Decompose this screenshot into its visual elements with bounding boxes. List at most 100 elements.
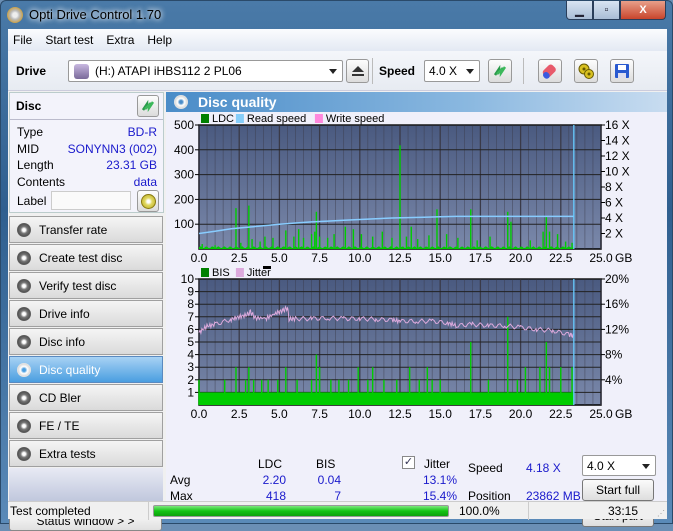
nav-disc-quality[interactable]: Disc quality [9, 356, 163, 383]
nav-extra-tests[interactable]: Extra tests [9, 440, 163, 467]
legend-label-read-speed: Read speed [247, 113, 306, 125]
avg-label: Avg [170, 473, 191, 487]
panel-title: Disc quality [198, 94, 277, 110]
drive-select[interactable]: (H:) ATAPI iHBS112 2 PL06 [68, 60, 343, 82]
jitter-checkbox[interactable]: ✓ [402, 456, 415, 469]
x-tick-label: 22.5 [549, 251, 573, 262]
y-tick-label-right: 14 X [605, 134, 630, 148]
y-tick-label-left: 5 [187, 335, 194, 349]
disc-quality-icon [17, 363, 31, 377]
fe-te-icon [17, 419, 31, 433]
jitter-label: Jitter [424, 457, 451, 471]
save-button[interactable] [610, 59, 634, 83]
disc-label-label: Label [17, 194, 47, 208]
x-tick-label: 0.0 [191, 407, 208, 421]
y-tick-label-left: 7 [187, 310, 194, 324]
disc-length-row: Length 23.31 GB [10, 157, 163, 174]
speed-select-value: 4.0 X [429, 64, 458, 78]
minimize-icon: ▁ [575, 4, 584, 17]
chevron-down-icon [642, 464, 650, 469]
nav-label: Transfer rate [39, 222, 108, 237]
menu-bar: File Start test Extra Help [8, 29, 667, 51]
nav-fe-te[interactable]: FE / TE [9, 412, 163, 439]
cd-icon [140, 193, 156, 209]
menu-extra[interactable]: Extra [106, 33, 134, 47]
legend-label-ldc: LDC [212, 113, 234, 125]
disc-panel-header: Disc [10, 93, 163, 120]
x-tick-label: 17.5 [469, 407, 493, 421]
nav-label: FE / TE [39, 418, 80, 433]
x-tick-label: 10.0 [348, 251, 372, 262]
y-tick-label-left: 8 [187, 297, 194, 311]
menu-start-test[interactable]: Start test [45, 33, 93, 47]
y-tick-label-right: 16% [605, 297, 629, 311]
disc-type-value: BD-R [127, 125, 157, 140]
y-tick-label-right: 2 X [605, 227, 623, 241]
nav-label: Verify test disc [39, 278, 117, 293]
legend-swatch-write-speed [314, 114, 323, 123]
eject-button[interactable] [346, 59, 369, 83]
disc-mid-label: MID [17, 141, 39, 156]
status-divider [528, 502, 529, 520]
disc-label-button[interactable] [137, 190, 159, 212]
col-header-ldc: LDC [258, 457, 283, 471]
refresh-icon [493, 64, 507, 78]
avg-bis: 0.04 [317, 473, 341, 487]
erase-button[interactable] [538, 59, 562, 83]
settings-button[interactable] [574, 59, 598, 83]
y-tick-label-left: 2 [187, 373, 194, 387]
close-button[interactable]: X [620, 1, 666, 20]
nav-transfer-rate[interactable]: Transfer rate [9, 216, 163, 243]
nav-label: Drive info [39, 306, 90, 321]
x-tick-label: 22.5 [549, 407, 573, 421]
toolbar: Drive (H:) ATAPI iHBS112 2 PL06 Speed 4.… [8, 51, 667, 91]
nav-verify-test-disc[interactable]: Verify test disc [9, 272, 163, 299]
avg-jitter: 13.1% [422, 473, 457, 487]
sidebar: Disc Type BD-R MID SONYNN3 (002) Length 23.… [8, 92, 164, 531]
speed-label: Speed [379, 64, 416, 78]
y-tick-label-left: 100 [174, 217, 194, 231]
minimize-button[interactable]: ▁ [566, 1, 593, 20]
nav-label: Create test disc [39, 250, 123, 265]
x-tick-label: 2.5 [231, 407, 248, 421]
y-tick-label-right: 6 X [605, 196, 623, 210]
drive-icon [74, 64, 89, 79]
disc-panel: Disc Type BD-R MID SONYNN3 (002) Length 23.… [9, 92, 164, 213]
resize-grip[interactable]: ⋰ [657, 509, 665, 518]
refresh-button[interactable] [488, 59, 512, 83]
speed-select[interactable]: 4.0 X [424, 60, 480, 82]
y-tick-label-right: 12 X [605, 149, 630, 163]
x-tick-label: 25.0 [589, 407, 613, 421]
y-tick-label-left: 200 [174, 192, 194, 206]
disc-label-input[interactable] [51, 191, 131, 210]
legend-swatch-jitter [235, 268, 244, 277]
nav-cd-bler[interactable]: CD Bler [9, 384, 163, 411]
legend-swatch-ldc [201, 114, 209, 123]
disc-refresh-button[interactable] [137, 95, 159, 117]
drive-label: Drive [16, 64, 47, 78]
nav-label: Extra tests [39, 446, 96, 461]
x-axis-unit: GB [615, 407, 632, 421]
test-speed-select[interactable]: 4.0 X [582, 455, 656, 476]
start-full-button[interactable]: Start full [582, 479, 654, 501]
y-tick-label-left: 300 [174, 168, 194, 182]
window-title: Opti Drive Control 1.70 [29, 7, 162, 22]
chevron-down-icon [329, 69, 337, 74]
progress-text: 100.0% [459, 504, 500, 518]
nav-disc-info[interactable]: Disc info [9, 328, 163, 355]
drive-select-value: (H:) ATAPI iHBS112 2 PL06 [95, 64, 242, 78]
menu-help[interactable]: Help [147, 33, 172, 47]
disc-quality-icon [174, 95, 188, 109]
x-tick-label: 20.0 [509, 251, 533, 262]
menu-file[interactable]: File [13, 33, 32, 47]
nav-drive-info[interactable]: Drive info [9, 300, 163, 327]
disc-mid-value: SONYNN3 (002) [67, 141, 157, 156]
maximize-button[interactable]: ▫ [593, 1, 620, 20]
app-disc-icon [7, 7, 23, 23]
legend-swatch-bis [201, 268, 209, 277]
nav-create-test-disc[interactable]: Create test disc [9, 244, 163, 271]
title-bar[interactable]: Opti Drive Control 1.70 ▁ ▫ X [1, 1, 672, 29]
y-tick-label-left: 4 [187, 348, 194, 362]
status-divider [148, 502, 149, 520]
y-tick-label-right: 16 X [605, 118, 630, 132]
